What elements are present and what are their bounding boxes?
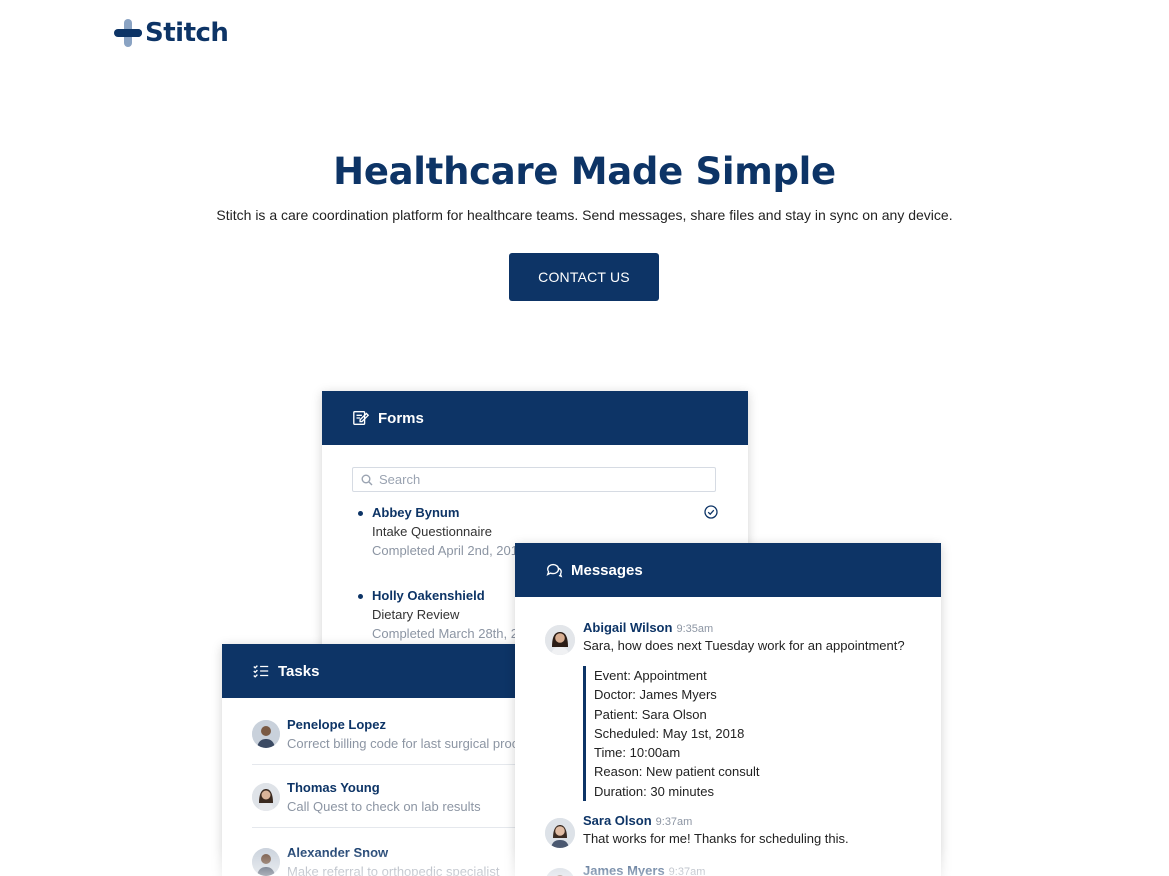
- avatar: [252, 720, 280, 748]
- message-sender: Abigail Wilson: [583, 620, 673, 635]
- logo-wordmark: Stitch: [145, 18, 229, 48]
- task-description: Make referral to orthopedic specialist: [287, 864, 500, 876]
- event-field: Scheduled: May 1st, 2018: [594, 725, 745, 741]
- forms-search-input[interactable]: Search: [352, 467, 716, 492]
- avatar: [252, 783, 280, 811]
- avatar: [252, 848, 280, 876]
- avatar: [545, 818, 575, 848]
- forms-card-title: Forms: [378, 409, 424, 427]
- task-item[interactable]: Penelope Lopez Correct billing code for …: [252, 717, 542, 767]
- message-sender: James Myers: [583, 863, 665, 876]
- form-type: Intake Questionnaire: [372, 524, 492, 539]
- hero-title: Healthcare Made Simple: [333, 150, 836, 193]
- task-description: Correct billing code for last surgical p…: [287, 736, 542, 751]
- divider: [252, 827, 542, 828]
- checklist-icon: [253, 665, 269, 678]
- event-field: Patient: Sara Olson: [594, 706, 707, 722]
- appointment-event-card[interactable]: Event: Appointment Doctor: James Myers P…: [583, 666, 760, 802]
- messages-card-header: Messages: [515, 543, 941, 597]
- task-description: Call Quest to check on lab results: [287, 799, 481, 814]
- hero-subtitle: Stitch is a care coordination platform f…: [216, 207, 953, 223]
- message-text: That works for me! Thanks for scheduling…: [583, 831, 849, 846]
- message-sender: Sara Olson: [583, 813, 652, 828]
- message-header: Abigail Wilson 9:35am: [583, 619, 713, 637]
- tasks-card-title: Tasks: [278, 662, 320, 680]
- task-item[interactable]: Alexander Snow Make referral to orthoped…: [252, 845, 542, 876]
- stitch-logo[interactable]: Stitch: [114, 18, 229, 48]
- task-item[interactable]: Thomas Young Call Quest to check on lab …: [252, 780, 542, 830]
- divider: [252, 764, 542, 765]
- message-time: 9:35am: [676, 623, 714, 635]
- messages-card-title: Messages: [571, 561, 643, 579]
- task-assignee: Alexander Snow: [287, 845, 389, 860]
- task-assignee: Penelope Lopez: [287, 717, 386, 732]
- contact-us-button[interactable]: CONTACT US: [509, 253, 659, 301]
- bullet-icon: [358, 511, 363, 516]
- message-time: 9:37am: [668, 866, 706, 876]
- event-field: Reason: New patient consult: [594, 764, 760, 780]
- event-field: Event: Appointment: [594, 668, 707, 683]
- search-icon: [361, 474, 373, 485]
- chat-bubbles-icon: [546, 563, 563, 578]
- event-field: Duration: 30 minutes: [594, 783, 714, 799]
- forms-card-header: Forms: [322, 391, 748, 445]
- event-field: Doctor: James Myers: [594, 687, 717, 703]
- bullet-icon: [358, 594, 363, 599]
- avatar: [545, 625, 575, 655]
- check-circle-icon: [704, 505, 718, 519]
- messages-card: Messages Abigail Wilson 9:35am Sara, how …: [515, 543, 941, 876]
- search-placeholder: Search: [379, 472, 421, 487]
- form-edit-icon: [353, 411, 370, 425]
- tasks-card-header: Tasks: [222, 644, 542, 698]
- message-time: 9:37am: [655, 816, 693, 828]
- message-header: Sara Olson 9:37am: [583, 812, 692, 830]
- message-header: James Myers 9:37am: [583, 862, 705, 876]
- event-field: Time: 10:00am: [594, 745, 681, 761]
- avatar: [545, 868, 575, 876]
- stitch-logo-icon: [114, 19, 142, 47]
- form-patient-name: Abbey Bynum: [372, 505, 460, 520]
- task-assignee: Thomas Young: [287, 780, 380, 795]
- message-text: Sara, how does next Tuesday work for an …: [583, 638, 905, 653]
- tasks-card: Tasks Penelope Lopez Correct billing cod…: [222, 644, 542, 876]
